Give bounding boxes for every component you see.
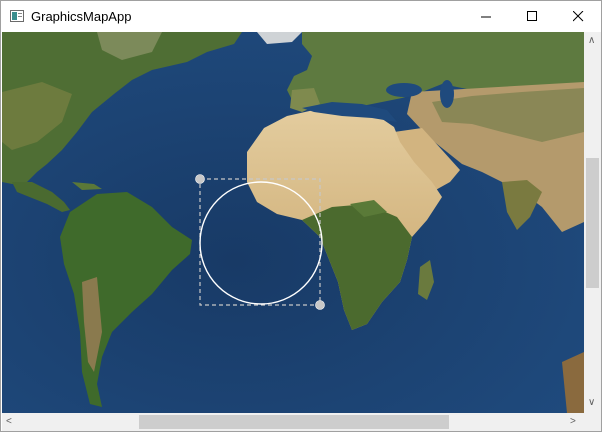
close-button[interactable] [555,1,601,32]
vertical-scroll-thumb[interactable] [586,158,599,288]
caspian-sea [440,80,454,108]
scrollbar-corner [584,413,601,431]
horizontal-scrollbar[interactable]: < > [2,413,584,431]
vertical-scrollbar[interactable]: ∧ ∨ [584,32,601,413]
scroll-left-arrow-icon[interactable]: < [6,417,12,427]
black-sea [386,83,422,97]
world-map [2,32,584,413]
close-icon [572,11,583,22]
resize-handle-bottom-right[interactable] [315,300,325,310]
horizontal-scroll-thumb[interactable] [139,415,449,429]
maximize-button[interactable] [509,1,555,32]
minimize-icon [480,16,491,18]
title-bar[interactable]: GraphicsMapApp [1,1,601,32]
scroll-right-arrow-icon[interactable]: > [570,417,576,427]
scroll-down-arrow-icon[interactable]: ∨ [588,398,595,408]
minimize-button[interactable] [463,1,509,32]
maximize-icon [526,11,537,21]
scroll-up-arrow-icon[interactable]: ∧ [588,36,595,46]
app-icon [10,10,24,22]
map-view[interactable] [2,32,584,413]
app-window: GraphicsMapApp ∧ ∨ < > [0,0,602,432]
resize-handle-top-left[interactable] [195,174,205,184]
window-title: GraphicsMapApp [31,9,132,24]
